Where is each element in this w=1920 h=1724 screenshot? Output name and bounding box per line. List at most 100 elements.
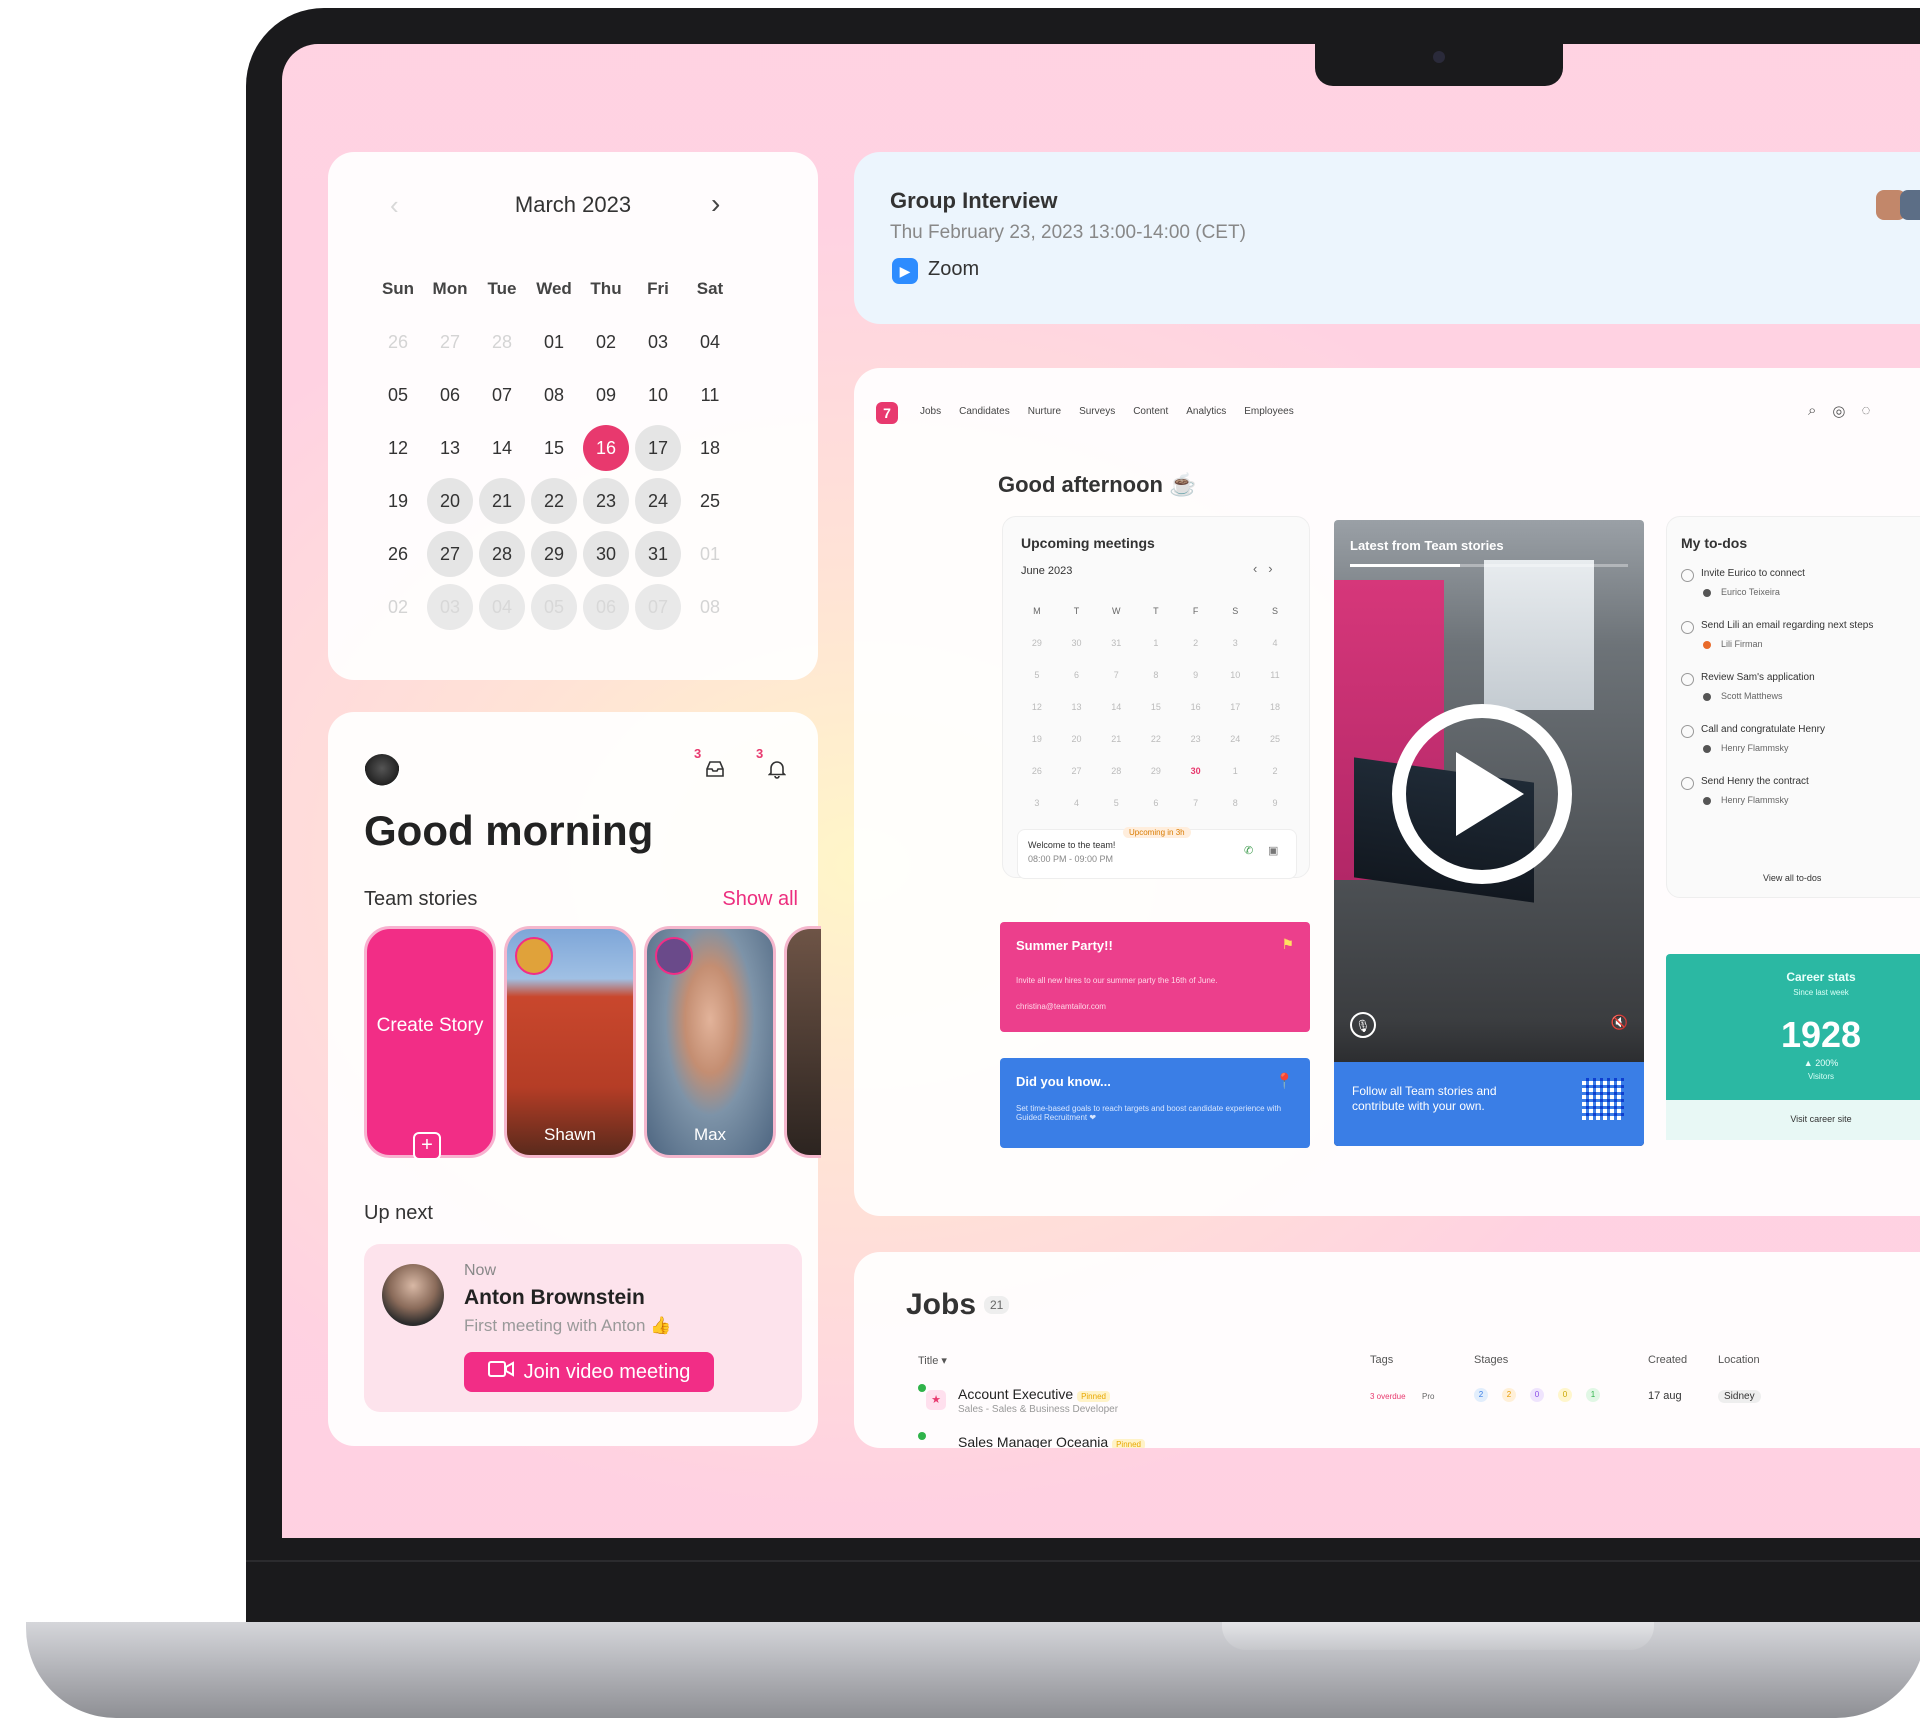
calendar-day[interactable]: 01 [528, 319, 580, 365]
calendar-day[interactable]: 07 [476, 372, 528, 418]
calendar-day[interactable]: 5 [1017, 670, 1057, 680]
calendar-day[interactable]: 3 [1017, 798, 1057, 808]
calendar-day[interactable]: 9 [1255, 798, 1295, 808]
calendar-day[interactable]: 19 [1017, 734, 1057, 744]
calendar-day[interactable]: 30 [580, 530, 632, 577]
story-partial[interactable] [784, 926, 821, 1158]
calendar-day[interactable]: 12 [1017, 702, 1057, 712]
column-title[interactable]: Title ▾ [918, 1354, 947, 1367]
calendar-day[interactable]: 19 [372, 478, 424, 524]
stage-count[interactable]: 2 [1502, 1388, 1516, 1402]
calendar-day[interactable]: 17 [632, 424, 684, 471]
summer-party-card[interactable]: Summer Party!! ⚑ Invite all new hires to… [1000, 922, 1310, 1032]
calendar-day[interactable]: 15 [528, 425, 580, 471]
calendar-day[interactable]: 12 [372, 425, 424, 471]
calendar-day[interactable]: 24 [632, 477, 684, 524]
calendar-day[interactable]: 23 [580, 477, 632, 524]
calendar-day[interactable]: 14 [476, 425, 528, 471]
calendar-day[interactable]: 04 [684, 319, 736, 365]
meeting-card[interactable]: Group Interview Thu February 23, 2023 13… [854, 152, 1920, 324]
calendar-day[interactable]: 07 [632, 583, 684, 630]
calendar-day[interactable]: 09 [580, 372, 632, 418]
calendar-day[interactable]: 28 [1096, 766, 1136, 776]
calendar-day[interactable]: 01 [684, 531, 736, 577]
calendar-day[interactable]: 25 [684, 478, 736, 524]
calendar-day[interactable]: 28 [476, 530, 528, 577]
nav-item-nurture[interactable]: Nurture [1028, 406, 1061, 417]
calendar-day[interactable]: 29 [528, 530, 580, 577]
calendar-day[interactable]: 10 [632, 372, 684, 418]
stage-count[interactable]: 2 [1474, 1388, 1488, 1402]
plus-icon[interactable]: + [413, 1132, 441, 1160]
calendar-day[interactable]: 18 [1255, 702, 1295, 712]
calendar-day[interactable]: 05 [372, 372, 424, 418]
calendar-day[interactable]: 1 [1215, 766, 1255, 776]
calendar-day[interactable]: 2 [1176, 638, 1216, 648]
checkbox-icon[interactable] [1681, 673, 1694, 686]
calendar-day[interactable]: 20 [424, 477, 476, 524]
calendar-day[interactable]: 17 [1215, 702, 1255, 712]
calendar-day[interactable]: 03 [424, 583, 476, 630]
meeting-platform[interactable]: Zoom [928, 258, 979, 281]
calendar-day[interactable]: 8 [1215, 798, 1255, 808]
calendar-day[interactable]: 4 [1255, 638, 1295, 648]
nav-item-content[interactable]: Content [1133, 406, 1168, 417]
calendar-day[interactable]: 6 [1136, 798, 1176, 808]
calendar-day[interactable]: 06 [580, 583, 632, 630]
table-row[interactable]: Sales Manager Oceania Pinned [918, 1432, 1920, 1448]
app-logo[interactable]: 7 [876, 402, 898, 424]
calendar-day[interactable]: 31 [1096, 638, 1136, 648]
nav-item-surveys[interactable]: Surveys [1079, 406, 1115, 417]
table-row[interactable]: ★ Account Executive Pinned Sales - Sales… [918, 1384, 1920, 1426]
chat-icon[interactable]: ◌ [1862, 402, 1871, 420]
chevron-right-icon[interactable]: › [1268, 561, 1272, 576]
inbox-icon[interactable] [702, 756, 728, 782]
stage-count[interactable]: 1 [1586, 1388, 1600, 1402]
calendar-day[interactable]: 11 [1255, 670, 1295, 680]
calendar-day[interactable]: 22 [528, 477, 580, 524]
did-you-know-card[interactable]: Did you know... 📍 Set time-based goals t… [1000, 1058, 1310, 1148]
calendar-day[interactable]: 21 [1096, 734, 1136, 744]
calendar-day[interactable]: 23 [1176, 734, 1216, 744]
column-created[interactable]: Created [1648, 1354, 1687, 1366]
calendar-day[interactable]: 25 [1255, 734, 1295, 744]
next-month-icon[interactable]: › [711, 188, 720, 220]
calendar-day[interactable]: 15 [1136, 702, 1176, 712]
calendar-day[interactable]: 05 [528, 583, 580, 630]
calendar-day[interactable]: 7 [1096, 670, 1136, 680]
calendar-day[interactable]: 2 [1255, 766, 1295, 776]
calendar-day[interactable]: 10 [1215, 670, 1255, 680]
calendar-day[interactable]: 08 [528, 372, 580, 418]
calendar-day[interactable]: 24 [1215, 734, 1255, 744]
calendar-day[interactable]: 26 [372, 319, 424, 365]
calendar-day[interactable]: 04 [476, 583, 528, 630]
create-story-button[interactable]: Create Story [364, 926, 496, 1158]
avatar[interactable] [364, 754, 400, 790]
calendar-day[interactable]: 31 [632, 530, 684, 577]
checkbox-icon[interactable] [1681, 777, 1694, 790]
calendar-day[interactable]: 02 [372, 584, 424, 630]
checkbox-icon[interactable] [1681, 725, 1694, 738]
calendar-day[interactable]: 20 [1057, 734, 1097, 744]
mute-icon[interactable]: 🔇 [1611, 1014, 1628, 1031]
calendar-day[interactable]: 29 [1017, 638, 1057, 648]
join-video-meeting-button[interactable]: Join video meeting [464, 1352, 714, 1392]
calendar-day[interactable]: 03 [632, 319, 684, 365]
show-all-link[interactable]: Show all [722, 888, 798, 911]
calendar-day[interactable]: 30 [1176, 766, 1216, 776]
calendar-day[interactable]: 27 [424, 319, 476, 365]
calendar-day[interactable]: 7 [1176, 798, 1216, 808]
nav-item-jobs[interactable]: Jobs [920, 406, 941, 417]
calendar-day[interactable]: 02 [580, 319, 632, 365]
story-shawn[interactable]: Shawn [504, 926, 636, 1158]
calendar-day[interactable]: 27 [1057, 766, 1097, 776]
microphone-icon[interactable]: 🎙 [1350, 1012, 1376, 1038]
column-stages[interactable]: Stages [1474, 1354, 1508, 1366]
calendar-day[interactable]: 4 [1057, 798, 1097, 808]
calendar-day[interactable]: 22 [1136, 734, 1176, 744]
stage-count[interactable]: 0 [1530, 1388, 1544, 1402]
calendar-day[interactable]: 29 [1136, 766, 1176, 776]
phone-icon[interactable]: ✆ [1244, 844, 1253, 857]
calendar-day[interactable]: 21 [476, 477, 528, 524]
calendar-day[interactable]: 1 [1136, 638, 1176, 648]
